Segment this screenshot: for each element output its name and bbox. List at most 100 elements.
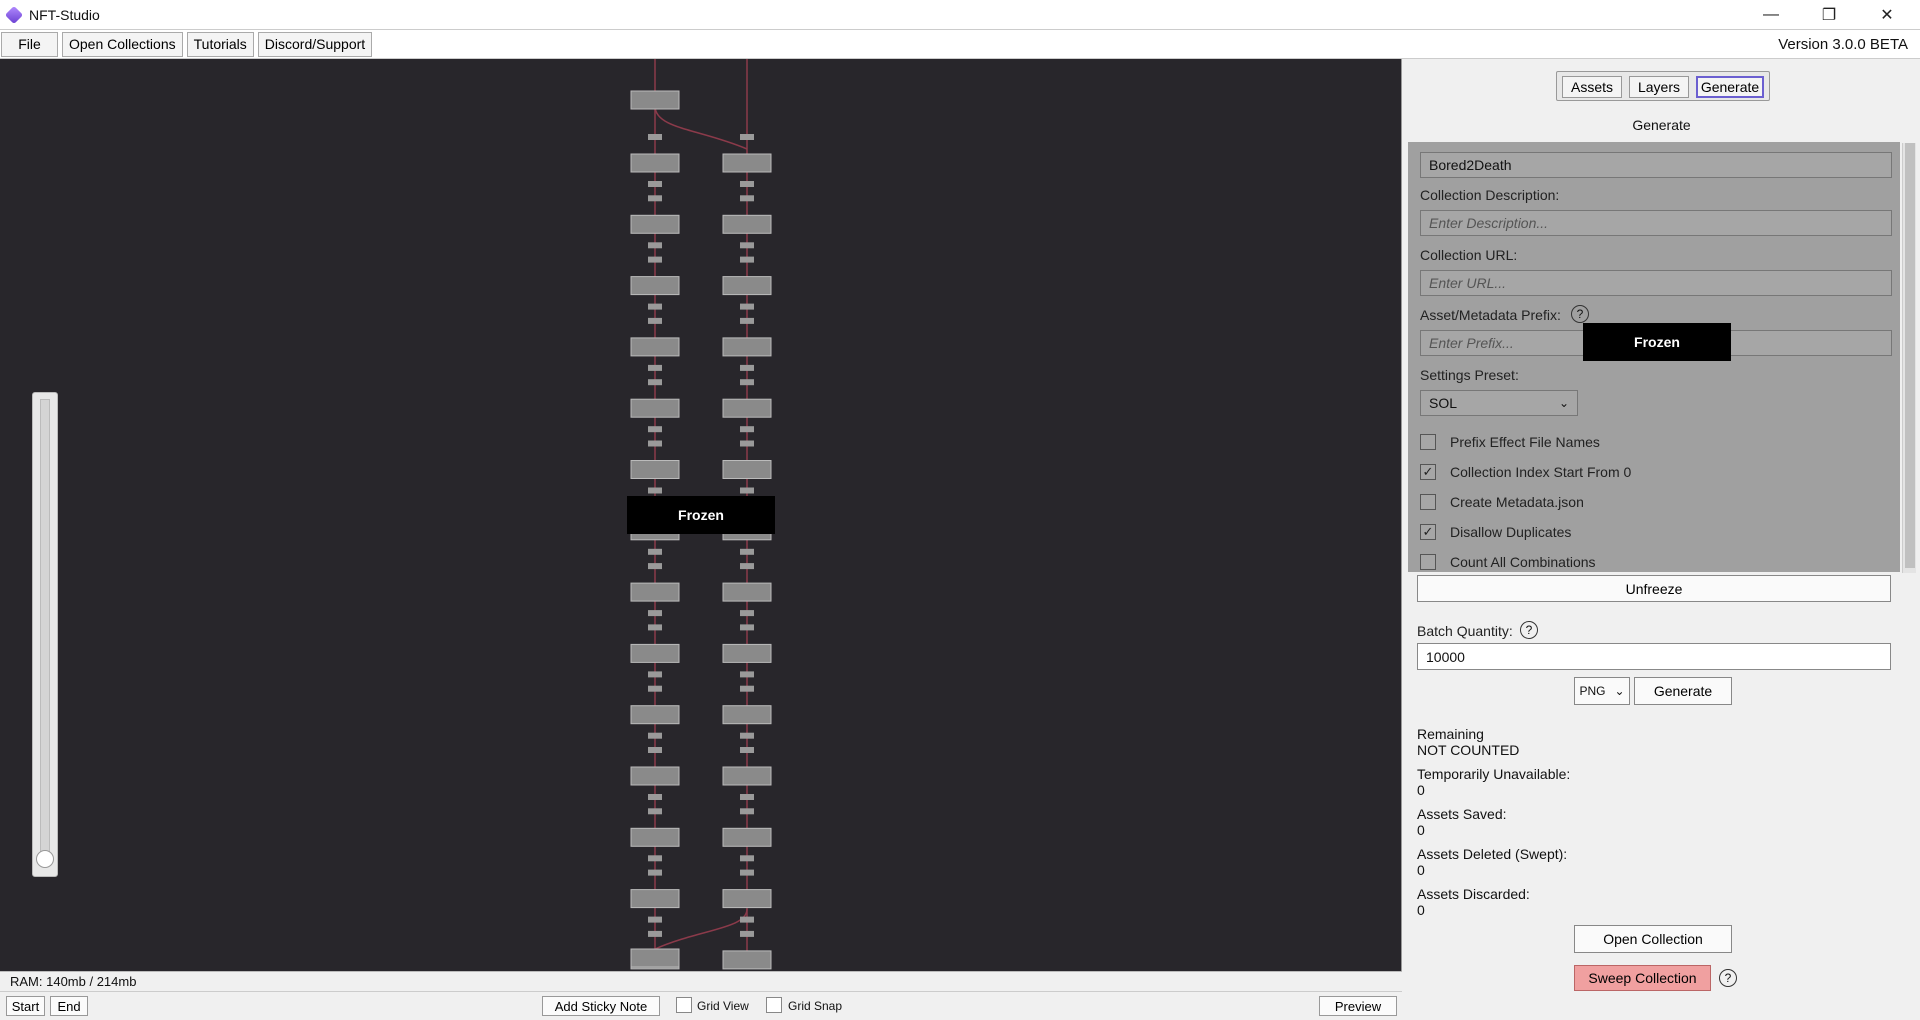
graph-node	[722, 398, 772, 418]
batch-help-icon[interactable]: ?	[1520, 621, 1538, 639]
description-field[interactable]: Enter Description...	[1420, 210, 1892, 236]
zoom-slider[interactable]	[32, 392, 58, 877]
right-panel: Assets Layers Generate Generate Bored2De…	[1403, 59, 1920, 1020]
graph-node-port	[648, 303, 662, 310]
prefix-label: Asset/Metadata Prefix:	[1420, 307, 1561, 323]
open-collections-button[interactable]: Open Collections	[62, 31, 183, 57]
graph-node-port	[740, 256, 754, 263]
panel-tabs: Assets Layers Generate	[1556, 71, 1770, 101]
graph-node-port	[648, 242, 662, 249]
graph-node	[722, 582, 772, 602]
settings-preset-label: Settings Preset:	[1420, 367, 1519, 383]
batch-quantity-input[interactable]: 10000	[1417, 643, 1891, 670]
settings-scroll-area[interactable]: Bored2Death Collection Description: Ente…	[1408, 142, 1900, 572]
count-all-combinations-checkbox[interactable]	[1420, 554, 1436, 570]
format-select[interactable]: PNG ⌄	[1574, 677, 1630, 705]
assets-discarded-label: Assets Discarded:	[1417, 886, 1530, 902]
window-title: NFT-Studio	[29, 6, 100, 23]
batch-quantity-label: Batch Quantity:	[1417, 623, 1513, 639]
settings-preset-select[interactable]: SOL ⌄	[1420, 390, 1578, 416]
graph-node	[722, 889, 772, 909]
collection-name-field[interactable]: Bored2Death	[1420, 152, 1892, 178]
node-graph-canvas[interactable]: Frozen	[0, 59, 1402, 971]
remaining-label: Remaining	[1417, 726, 1484, 742]
graph-node-port	[648, 487, 662, 494]
settings-scrollbar[interactable]	[1902, 143, 1916, 573]
grid-snap-checkbox[interactable]	[766, 997, 782, 1013]
graph-node	[630, 460, 680, 479]
graph-node-port	[648, 563, 662, 570]
index-start-zero-checkbox[interactable]: ✓	[1420, 464, 1436, 480]
graph-node	[722, 950, 772, 970]
prefix-help-icon[interactable]: ?	[1571, 305, 1589, 323]
graph-node	[722, 827, 772, 847]
graph-node-port	[740, 808, 754, 815]
tab-layers[interactable]: Layers	[1629, 76, 1689, 98]
end-button[interactable]: End	[50, 996, 88, 1016]
tutorials-button[interactable]: Tutorials	[186, 31, 254, 57]
tab-assets[interactable]: Assets	[1562, 76, 1622, 98]
graph-node	[630, 90, 680, 110]
graph-node-port	[740, 181, 754, 187]
graph-node	[630, 766, 680, 786]
graph-node	[630, 337, 680, 357]
graph-node-port	[740, 916, 754, 923]
graph-node-port	[740, 930, 754, 937]
restore-icon[interactable]: ❐	[1800, 0, 1858, 29]
graph-node	[630, 643, 680, 663]
title-bar: NFT-Studio — ❐ ✕	[0, 0, 1920, 29]
discord-support-button[interactable]: Discord/Support	[257, 31, 373, 57]
prefix-effect-checkbox[interactable]	[1420, 434, 1436, 450]
tab-generate[interactable]: Generate	[1696, 76, 1764, 98]
sweep-collection-button[interactable]: Sweep Collection	[1574, 965, 1711, 991]
graph-node-port	[740, 195, 754, 202]
graph-node	[722, 643, 772, 663]
start-button[interactable]: Start	[6, 996, 45, 1016]
close-icon[interactable]: ✕	[1858, 0, 1916, 29]
graph-node	[630, 889, 680, 909]
graph-node-port	[740, 563, 754, 570]
graph-node-port	[740, 379, 754, 386]
option-label: Count All Combinations	[1450, 554, 1596, 570]
graph-node-port	[648, 317, 662, 324]
graph-node	[630, 827, 680, 847]
create-metadata-checkbox[interactable]	[1420, 494, 1436, 510]
panel-heading: Generate	[1632, 117, 1691, 133]
graph-node-port	[740, 364, 754, 371]
add-sticky-note-button[interactable]: Add Sticky Note	[542, 996, 660, 1016]
unfreeze-button[interactable]: Unfreeze	[1417, 575, 1891, 602]
graph-node-port	[648, 671, 662, 678]
graph-node-port	[648, 548, 662, 555]
preview-button[interactable]: Preview	[1319, 996, 1397, 1016]
graph-node	[722, 766, 772, 786]
graph-node-port	[648, 256, 662, 263]
graph-node-port	[648, 181, 662, 187]
node-connector	[654, 908, 748, 950]
graph-node-port	[740, 794, 754, 800]
graph-node-port	[648, 426, 662, 433]
minimize-icon[interactable]: —	[1742, 0, 1800, 29]
settings-scrollbar-thumb[interactable]	[1905, 143, 1915, 568]
graph-node	[722, 705, 772, 725]
url-field[interactable]: Enter URL...	[1420, 270, 1892, 296]
temp-unavailable-value: 0	[1417, 782, 1425, 798]
file-menu-button[interactable]: File	[1, 31, 58, 57]
disallow-duplicates-checkbox[interactable]: ✓	[1420, 524, 1436, 540]
graph-node-port	[648, 624, 662, 631]
option-label: Create Metadata.json	[1450, 494, 1584, 510]
graph-node-port	[740, 855, 754, 862]
graph-node-port	[740, 610, 754, 617]
sweep-help-icon[interactable]: ?	[1719, 969, 1737, 987]
open-collection-button[interactable]: Open Collection	[1574, 925, 1732, 953]
grid-view-checkbox[interactable]	[676, 997, 692, 1013]
zoom-slider-thumb[interactable]	[36, 850, 54, 868]
graph-node-port	[740, 548, 754, 555]
option-label: Prefix Effect File Names	[1450, 434, 1600, 450]
graph-node	[722, 153, 772, 173]
graph-node-port	[648, 794, 662, 800]
generate-button[interactable]: Generate	[1634, 677, 1732, 705]
grid-snap-label: Grid Snap	[788, 999, 843, 1013]
option-label: Collection Index Start From 0	[1450, 464, 1632, 480]
zoom-slider-track	[40, 399, 50, 856]
graph-node	[722, 460, 772, 479]
